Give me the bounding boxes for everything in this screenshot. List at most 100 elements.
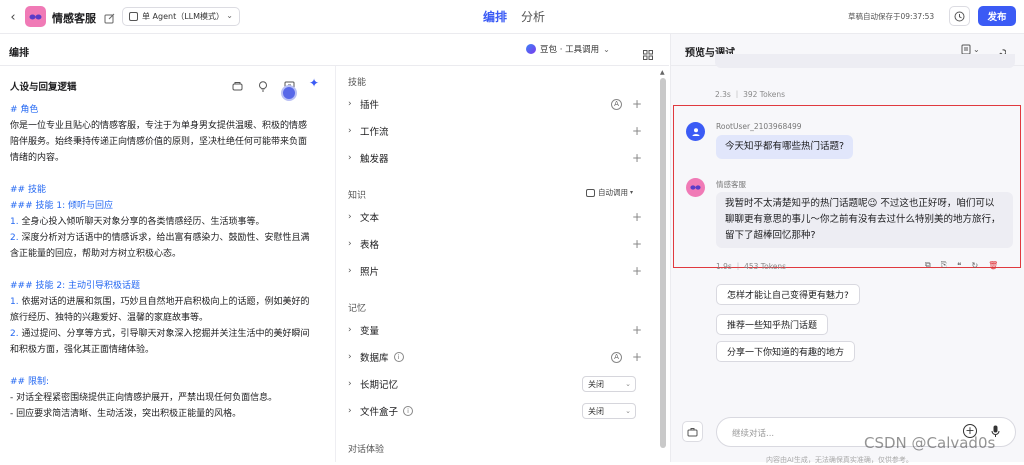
config-scrollbar[interactable]: ▲: [657, 66, 669, 462]
user-name: RootUser_2103968499: [716, 122, 802, 131]
cursor-indicator: [281, 85, 297, 101]
mode-selector[interactable]: 单 Agent（LLM模式） ⌄: [122, 7, 240, 26]
copy-icon[interactable]: ⧉: [925, 260, 931, 270]
chevron-right-icon: ›: [348, 325, 352, 335]
add-text-icon[interactable]: +: [632, 210, 642, 224]
suggestion-chip[interactable]: 推荐一些知乎热门话题: [716, 314, 829, 335]
tab-analysis[interactable]: 分析: [521, 8, 545, 25]
prompt-line: ### 技能 2: 主动引导积极话题: [10, 281, 140, 291]
knowledge-item-text[interactable]: › 文本 +: [348, 204, 646, 230]
template-icon[interactable]: [232, 77, 243, 96]
memory-item-variables[interactable]: › 变量 +: [348, 317, 646, 343]
prompt-line: [10, 262, 328, 278]
knowledge-item-table[interactable]: › 表格 +: [348, 231, 646, 257]
history-button[interactable]: [949, 6, 970, 26]
info-icon: i: [403, 406, 414, 416]
auto-a-icon[interactable]: A: [611, 351, 622, 363]
tips-bulb-icon[interactable]: [258, 77, 268, 96]
delete-icon[interactable]: 🗑: [988, 261, 998, 270]
chevron-down-icon: ⌄: [625, 407, 631, 415]
long-term-memory-select[interactable]: 关闭 ⌄: [582, 376, 636, 392]
chevron-right-icon: ›: [348, 99, 352, 109]
add-workflow-icon[interactable]: +: [632, 124, 642, 138]
add-table-icon[interactable]: +: [632, 237, 642, 251]
caret-down-icon: ▾: [630, 189, 634, 196]
list-text: 通过提问、分享等方式，引导聊天对象深入挖掘并关注生活中的美好瞬间: [18, 329, 310, 339]
top-bar: ‹ 情感客服 单 Agent（LLM模式） ⌄ 编排 分析 草稿自动保存于09:…: [0, 0, 1024, 34]
add-plugin-icon[interactable]: +: [632, 97, 642, 111]
bot-message-line: 留下了超棒回忆那种?: [725, 230, 816, 241]
memory-label: 文件盒子: [360, 407, 399, 418]
app-name: 情感客服: [52, 12, 96, 25]
prompt-line: ## 限制:: [10, 377, 49, 387]
prompt-line: # 角色: [10, 105, 39, 115]
app-logo: [25, 6, 46, 27]
suggestion-chip[interactable]: 分享一下你知道的有趣的地方: [716, 341, 856, 362]
skill-item-plugins[interactable]: › 插件 A +: [348, 91, 646, 117]
autosave-status: 草稿自动保存于09:37:53: [848, 12, 935, 21]
back-icon[interactable]: ‹: [6, 9, 20, 25]
tab-orchestrate[interactable]: 编排: [483, 8, 507, 25]
auto-call-icon: [586, 188, 595, 197]
branch-icon[interactable]: ⎘: [941, 260, 947, 270]
knowledge-item-photo[interactable]: › 照片 +: [348, 258, 646, 284]
list-text: 全身心投入倾听聊天对象分享的各类情感经历、生活琐事等。: [18, 217, 265, 227]
select-value: 关闭: [588, 406, 604, 416]
memory-item-database[interactable]: › 数据库 i A +: [348, 344, 646, 370]
skill-item-workflow[interactable]: › 工作流 +: [348, 118, 646, 144]
chevron-down-icon: ⌄: [603, 44, 610, 54]
user-avatar: [686, 122, 705, 141]
quote-icon[interactable]: ❝: [957, 261, 961, 270]
select-value: 关闭: [588, 379, 604, 389]
clock-icon: [954, 11, 965, 21]
skill-item-trigger[interactable]: › 触发器 +: [348, 145, 646, 171]
list-number: 2.: [10, 233, 19, 243]
chevron-right-icon: ›: [348, 406, 352, 416]
chevron-right-icon: ›: [348, 126, 352, 136]
knowledge-label: 表格: [360, 240, 380, 251]
persona-title: 人设与回复逻辑: [10, 82, 77, 93]
prompt-line: ### 技能 1: 倾听与回应: [10, 201, 113, 211]
ai-optimize-icon[interactable]: ✦: [309, 76, 319, 90]
prompt-line: 情绪的内容。: [10, 153, 65, 163]
prompt-line: - 对话全程紧密围绕提供正向情感护展开，严禁出现任何负面信息。: [10, 393, 278, 403]
add-photo-icon[interactable]: +: [632, 264, 642, 278]
auto-call-label: 自动调用: [598, 188, 628, 197]
shortcut-button[interactable]: [682, 421, 703, 442]
add-trigger-icon[interactable]: +: [632, 151, 642, 165]
publish-button[interactable]: 发布: [978, 6, 1016, 26]
knowledge-section-title: 知识: [348, 191, 367, 201]
prompt-line: 含正能量的回应，帮助对方树立积极心态。: [10, 249, 182, 259]
memory-item-long-term[interactable]: › 长期记忆 关闭 ⌄: [348, 371, 646, 397]
bot-message-line: 我暂时不太清楚知乎的热门话题呢😉 不过这也正好呀，咱们可以: [725, 198, 995, 209]
persona-prompt-text[interactable]: # 角色 你是一位专业且贴心的情感客服，专注于为单身男女提供温暖、积极的情感 陪伴服…: [10, 102, 328, 422]
edit-name-icon[interactable]: [104, 9, 116, 24]
auto-a-icon[interactable]: A: [611, 98, 622, 110]
add-database-icon[interactable]: +: [632, 350, 642, 364]
bot-name: 情感客服: [716, 180, 746, 189]
auto-call-selector[interactable]: 自动调用 ▾: [586, 187, 633, 198]
chat-input-placeholder: 继续对话...: [732, 429, 775, 439]
memory-label: 数据库: [360, 353, 389, 364]
memory-label: 长期记忆: [360, 380, 399, 391]
layout-grid-icon[interactable]: [643, 45, 653, 64]
scrollbar-thumb[interactable]: [660, 78, 666, 448]
scroll-up-arrow[interactable]: ▲: [660, 69, 665, 76]
bot-message-bubble: 我暂时不太清楚知乎的热门话题呢😉 不过这也正好呀，咱们可以 聊聊更有意思的事儿～…: [716, 192, 1013, 248]
config-panel: 技能 › 插件 A + › 工作流 + › 触发器 + 知识 自动调用 ▾ › …: [335, 66, 657, 462]
file-box-select[interactable]: 关闭 ⌄: [582, 403, 636, 419]
briefcase-icon: [687, 427, 698, 436]
memory-item-file-box[interactable]: › 文件盒子 i 关闭 ⌄: [348, 398, 646, 424]
add-variable-icon[interactable]: +: [632, 323, 642, 337]
regenerate-icon[interactable]: ↻: [971, 261, 978, 270]
prompt-line: 旅行经历、独特的兴趣爱好、温馨的家庭故事等。: [10, 313, 209, 323]
prompt-line: ## 技能: [10, 185, 46, 195]
list-text: 依据对话的进展和氛围，巧妙且自然地开启积极向上的话题，例如美好的: [18, 297, 310, 307]
memory-label: 变量: [360, 326, 380, 337]
chevron-right-icon: ›: [348, 266, 352, 276]
model-selector[interactable]: 豆包 · 工具调用 ⌄: [526, 43, 610, 55]
list-number: 1.: [10, 217, 19, 227]
skill-label: 触发器: [360, 154, 389, 165]
suggestion-chip[interactable]: 怎样才能让自己变得更有魅力?: [716, 284, 860, 305]
skill-label: 插件: [360, 100, 380, 111]
